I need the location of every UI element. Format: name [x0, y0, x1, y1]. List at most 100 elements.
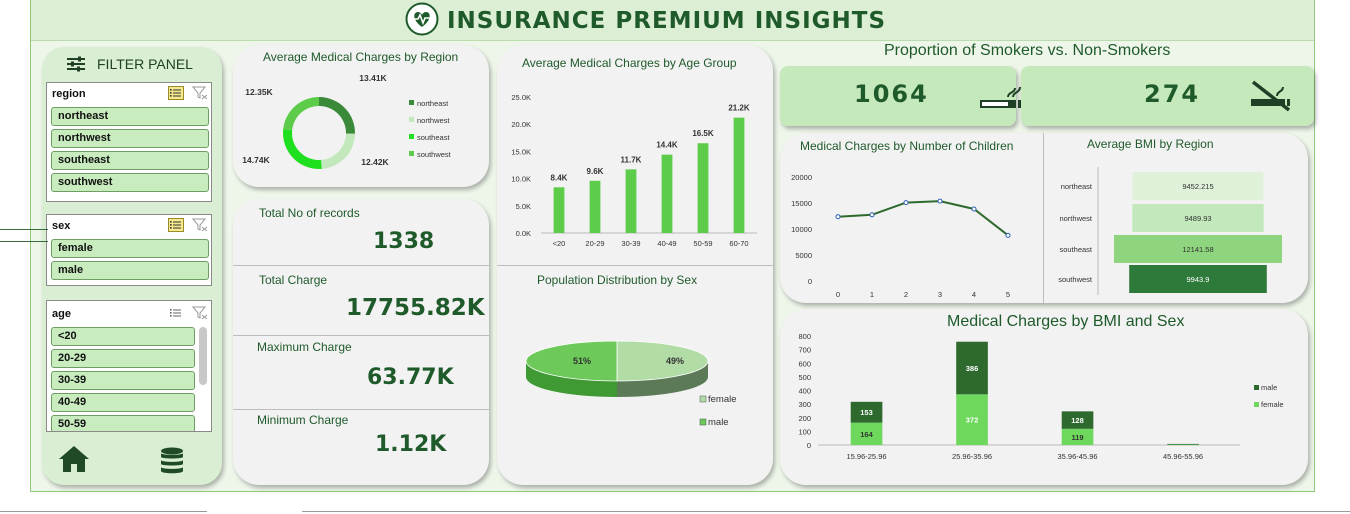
no-smoking-icon	[1251, 80, 1291, 112]
kpi-separator	[233, 409, 489, 410]
card-separator	[497, 265, 773, 266]
y-tick: 10.0K	[511, 175, 531, 184]
y-tick: 20.0K	[511, 120, 531, 129]
charges-line	[837, 200, 1009, 237]
children-bmi-card: Medical Charges by Number of Children 0 5…	[780, 133, 1308, 303]
bmi-sex-title: Medical Charges by BMI and Sex	[947, 313, 1185, 330]
smokers-kpi: 1064	[780, 66, 1021, 126]
age-item-under-20[interactable]: <20	[51, 327, 195, 346]
region-item-northwest[interactable]: northwest	[51, 129, 209, 148]
line-point	[869, 212, 875, 218]
y-tick: 100	[798, 427, 811, 436]
age-slicer-scrollbar[interactable]	[199, 327, 207, 385]
bmi-bar-label: 12141.58	[1182, 245, 1213, 254]
y-tick: 500	[798, 373, 811, 382]
line-point	[835, 214, 841, 220]
clear-filter-icon[interactable]	[192, 86, 208, 100]
bmi-bar-label: 9489.93	[1184, 214, 1211, 223]
age-item-30-39[interactable]: 30-39	[51, 371, 195, 390]
legend-swatch	[1254, 385, 1259, 390]
legend-swatch	[409, 151, 414, 156]
sliders-icon	[67, 56, 85, 72]
bar-label-male: 128	[1071, 416, 1084, 425]
x-tick: 20-29	[585, 239, 604, 248]
bmi-region-chart: 9452.215 northeast 9489.93 northwest 12141.5…	[1058, 167, 1282, 295]
min-charge-value: 1.12K	[375, 432, 447, 457]
y-tick: 0.0K	[516, 229, 531, 238]
legend-label: male	[1261, 383, 1277, 392]
donut-slice-northeast	[319, 97, 355, 134]
donut-label: 14.74K	[242, 155, 270, 165]
bar-label: 8.4K	[551, 173, 568, 182]
region-charges-title: Average Medical Charges by Region	[263, 50, 459, 64]
cigarette-icon	[980, 86, 1021, 108]
bmi-bar-label: 9452.215	[1182, 182, 1213, 191]
y-tick: 700	[798, 346, 811, 355]
multi-select-icon[interactable]	[168, 86, 184, 100]
x-tick: 2	[904, 290, 908, 299]
sex-item-female[interactable]: female	[51, 239, 209, 258]
bar-label: 14.4K	[656, 141, 678, 150]
age-slicer: age <20 20-29 30-39 40-49 50-59	[46, 300, 212, 432]
max-charge-label: Maximum Charge	[257, 340, 352, 354]
region-slicer-header: region	[52, 88, 86, 100]
line-point	[937, 198, 943, 204]
kpi-separator	[233, 335, 489, 336]
age-charges-title: Average Medical Charges by Age Group	[522, 56, 737, 70]
region-item-southeast[interactable]: southeast	[51, 151, 209, 170]
y-tick: 10000	[791, 225, 812, 234]
non-smokers-kpi: 274	[1021, 66, 1314, 126]
region-item-southwest[interactable]: southwest	[51, 173, 209, 192]
legend-swatch	[699, 418, 707, 426]
y-tick: 15000	[791, 199, 812, 208]
y-tick: southwest	[1058, 275, 1093, 284]
max-charge-value: 63.77K	[367, 365, 454, 390]
home-icon[interactable]	[58, 445, 90, 473]
donut-slice-northwest	[321, 133, 355, 169]
bar-40-49	[661, 154, 673, 233]
age-slicer-header: age	[52, 308, 71, 320]
connector-line	[0, 241, 48, 242]
bar-<20	[553, 187, 565, 233]
donut-slice-southeast	[283, 129, 322, 169]
bar-label: 9.6K	[587, 167, 604, 176]
region-item-northeast[interactable]: northeast	[51, 107, 209, 126]
y-tick: northeast	[1061, 182, 1093, 191]
x-tick: 50-59	[693, 239, 712, 248]
x-tick: 40-49	[657, 239, 676, 248]
connector-line	[0, 229, 48, 230]
y-tick: 300	[798, 400, 811, 409]
database-icon[interactable]	[160, 447, 184, 475]
y-tick: 15.0K	[511, 147, 531, 156]
multi-select-icon[interactable]	[168, 306, 184, 320]
pie-label: 51%	[573, 356, 591, 366]
clear-filter-icon[interactable]	[192, 306, 208, 320]
x-tick: 25.96-35.96	[952, 452, 992, 461]
x-tick: 5	[1006, 290, 1010, 299]
multi-select-icon[interactable]	[168, 218, 184, 232]
age-item-40-49[interactable]: 40-49	[51, 393, 195, 412]
x-tick: 35.96-45.96	[1058, 452, 1098, 461]
legend-label: female	[1261, 400, 1284, 409]
legend-label: northwest	[417, 116, 450, 125]
age-bar-chart: 0.0K 5.0K 10.0K 15.0K 20.0K 25.0K 8.4K <20 9.6K 2…	[511, 93, 757, 248]
bar-label-female: 372	[966, 416, 979, 425]
y-tick: 600	[798, 359, 811, 368]
x-tick: 1	[870, 290, 874, 299]
age-sex-card: Average Medical Charges by Age Group 0.0…	[497, 45, 773, 485]
bar-50-59	[697, 143, 709, 233]
x-tick: 60-70	[729, 239, 748, 248]
age-item-50-59[interactable]: 50-59	[51, 415, 195, 431]
region-slicer: region northeast northwest southeast sou…	[46, 82, 212, 202]
y-tick: 5.0K	[516, 202, 531, 211]
smokers-title: Proportion of Smokers vs. Non-Smokers	[884, 42, 1171, 59]
legend-swatch	[409, 134, 414, 139]
bar-30-39	[625, 169, 637, 233]
bar-label: 16.5K	[692, 129, 714, 138]
sex-pie-chart: 49% 51% female male	[525, 340, 737, 428]
clear-filter-icon[interactable]	[192, 218, 208, 232]
sex-item-male[interactable]: male	[51, 261, 209, 280]
x-tick: <20	[553, 239, 566, 248]
bmi-bar-label: 9943.9	[1187, 275, 1210, 284]
age-item-20-29[interactable]: 20-29	[51, 349, 195, 368]
